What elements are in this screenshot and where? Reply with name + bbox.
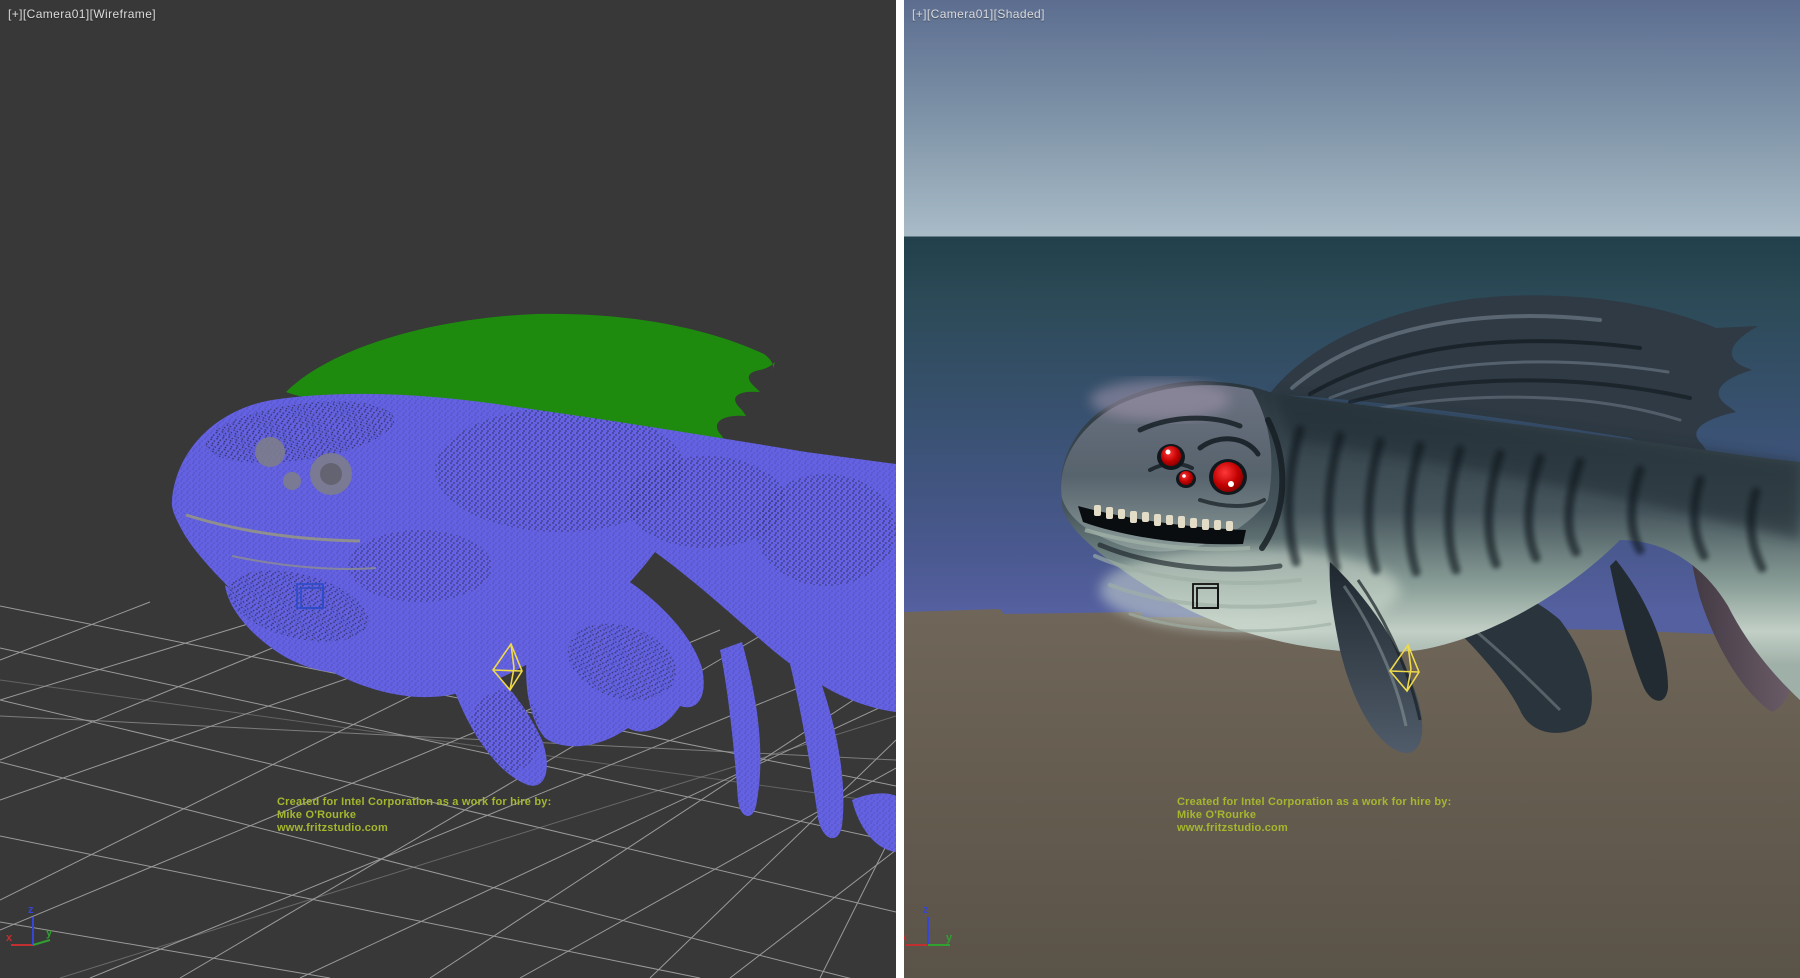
viewport-menu-shading[interactable]: [Wireframe]: [90, 7, 156, 21]
viewport-menu-pov[interactable]: [Camera01]: [927, 7, 994, 21]
fish-model-wireframe[interactable]: [150, 380, 896, 860]
watermark-line: www.fritzstudio.com: [277, 822, 551, 835]
viewport-menu-pov[interactable]: [Camera01]: [23, 7, 90, 21]
viewport-menu-shading[interactable]: [Shaded]: [994, 7, 1045, 21]
axis-z-label: z: [923, 904, 929, 916]
viewport-menu-general[interactable]: [+]: [8, 7, 23, 21]
viewport-menu-general[interactable]: [+]: [912, 7, 927, 21]
fish-eye-spot: [283, 472, 301, 490]
watermark-text: Created for Intel Corporation as a work …: [1177, 796, 1451, 835]
viewport-wireframe[interactable]: x z y [+][Camera01][Wireframe] Created f…: [0, 0, 896, 978]
axis-y-label: y: [946, 932, 953, 944]
viewport-shaded[interactable]: x z y [+][Camera01][Shaded] Created for …: [904, 0, 1800, 978]
viewport-label: [+][Camera01][Shaded]: [912, 7, 1045, 21]
fish-eye-spot-center: [320, 463, 342, 485]
axis-z-label: z: [28, 904, 34, 916]
viewport-label: [+][Camera01][Wireframe]: [8, 7, 156, 21]
watermark-line: Created for Intel Corporation as a work …: [277, 796, 551, 809]
axis-x-label: x: [6, 932, 13, 944]
watermark-line: Mike O'Rourke: [1177, 809, 1451, 822]
watermark-line: Created for Intel Corporation as a work …: [1177, 796, 1451, 809]
fish-eye-spot: [255, 437, 285, 467]
viewport-splitter[interactable]: [896, 0, 904, 978]
watermark-text: Created for Intel Corporation as a work …: [277, 796, 551, 835]
viewport-area: x z y [+][Camera01][Wireframe] Created f…: [0, 0, 1800, 978]
watermark-line: www.fritzstudio.com: [1177, 822, 1451, 835]
axis-y-label: y: [46, 927, 53, 939]
watermark-line: Mike O'Rourke: [277, 809, 551, 822]
